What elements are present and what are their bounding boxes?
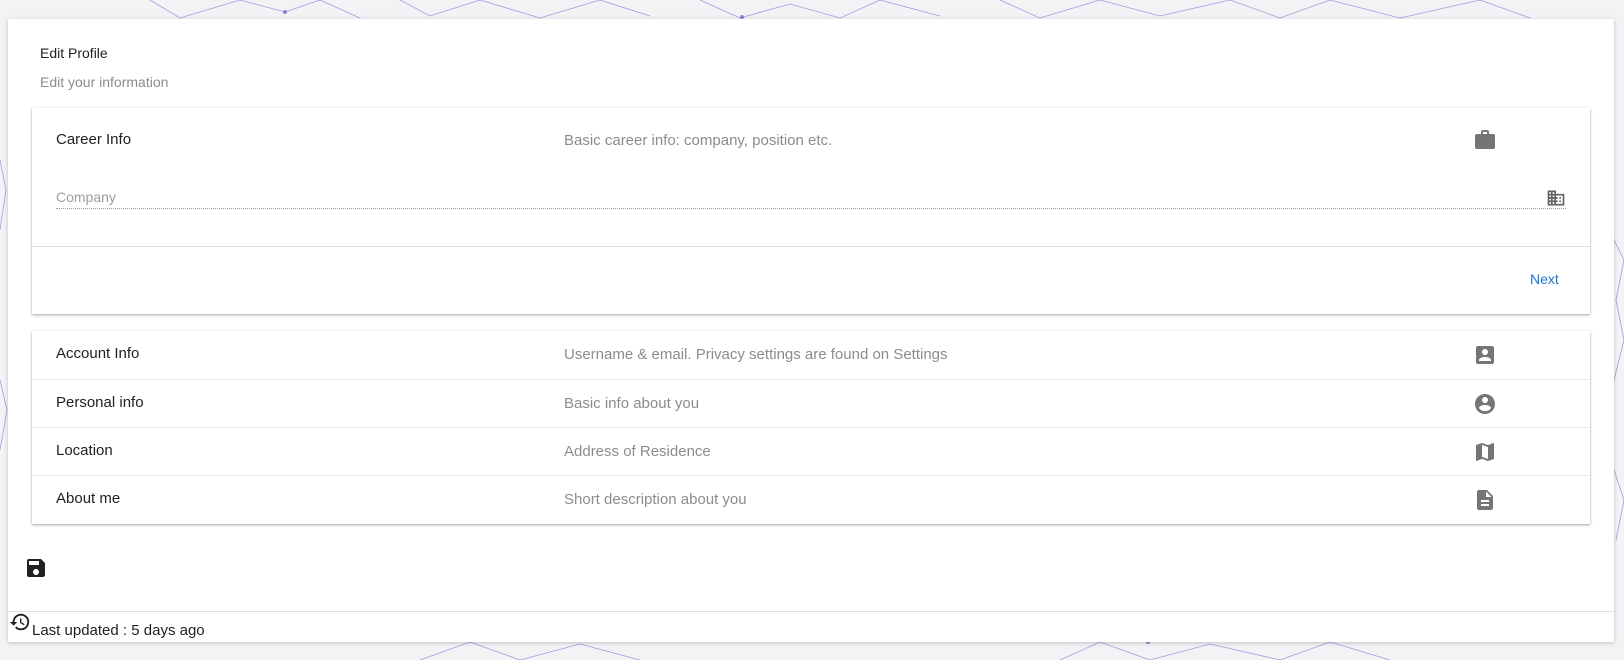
- section-label: Personal info: [56, 394, 144, 411]
- page-subtitle: Edit your information: [40, 74, 169, 90]
- section-description: Address of Residence: [564, 443, 711, 460]
- section-personal-info[interactable]: Personal info Basic info about you: [32, 379, 1590, 427]
- career-info-label[interactable]: Career Info: [56, 131, 131, 148]
- edit-profile-card: Edit Profile Edit your information Caree…: [8, 19, 1614, 642]
- company-input[interactable]: [56, 185, 1566, 209]
- next-button[interactable]: Next: [1530, 271, 1559, 287]
- section-label: Location: [56, 442, 113, 459]
- map-icon: [1473, 440, 1497, 464]
- page-title: Edit Profile: [40, 45, 108, 61]
- section-description: Basic info about you: [564, 395, 700, 412]
- footer-divider: [8, 611, 1614, 612]
- career-info-panel: Career Info Basic career info: company, …: [32, 108, 1590, 314]
- section-location[interactable]: Location Address of Residence: [32, 427, 1590, 475]
- account-box-icon: [1473, 343, 1497, 367]
- section-description: Username & email. Privacy settings are f…: [564, 346, 948, 363]
- history-icon: [9, 611, 31, 633]
- last-updated-text: Last updated : 5 days ago: [32, 622, 205, 639]
- profile-sections-list: Account Info Username & email. Privacy s…: [32, 331, 1590, 524]
- career-info-description: Basic career info: company, position etc…: [564, 132, 833, 149]
- section-label: About me: [56, 490, 121, 507]
- panel-divider: [32, 246, 1590, 247]
- section-account-info[interactable]: Account Info Username & email. Privacy s…: [32, 331, 1590, 379]
- building-icon: [1546, 188, 1566, 208]
- description-icon: [1473, 488, 1497, 512]
- account-circle-icon: [1473, 392, 1497, 416]
- section-label: Account Info: [56, 345, 140, 362]
- save-icon[interactable]: [24, 556, 48, 580]
- section-about-me[interactable]: About me Short description about you: [32, 475, 1590, 523]
- briefcase-icon: [1473, 128, 1497, 152]
- section-description: Short description about you: [564, 491, 747, 508]
